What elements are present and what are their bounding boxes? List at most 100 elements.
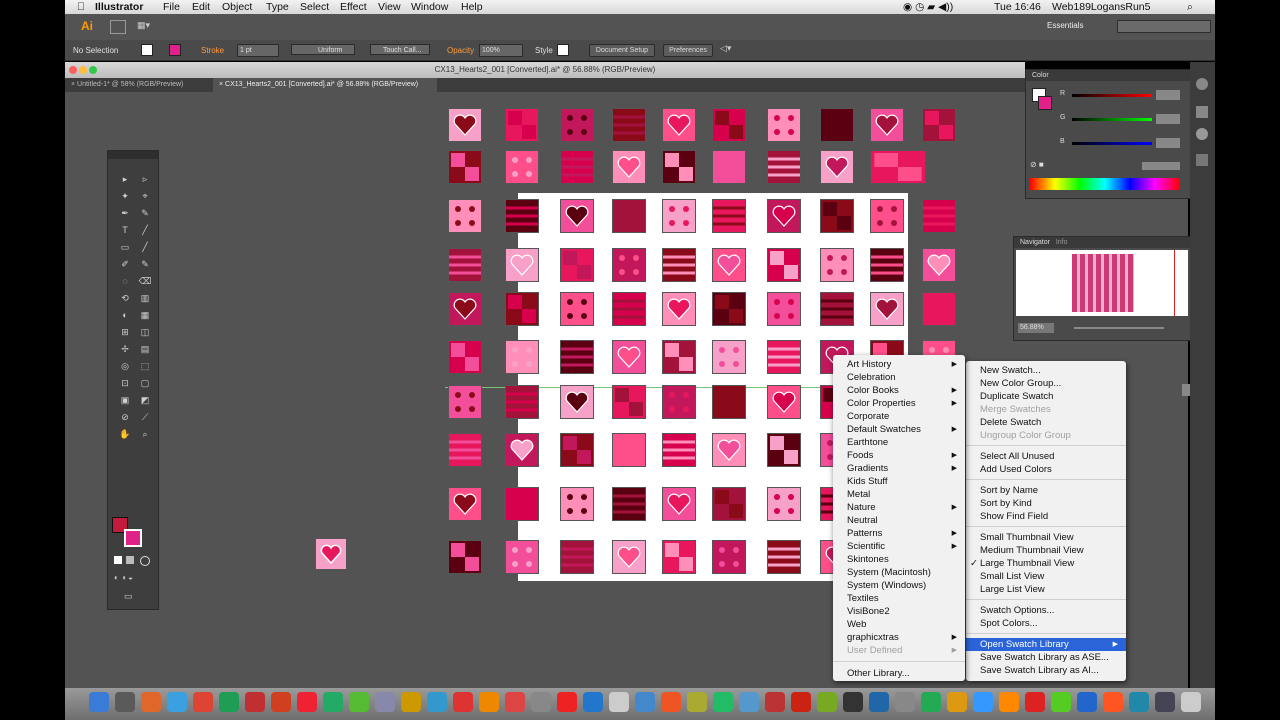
menu-effect[interactable]: Effect [340,1,367,13]
clock[interactable]: Tue 16:46 [994,1,1041,13]
pattern-swatch-43[interactable] [612,292,646,326]
library-item-neutral[interactable]: Neutral [833,514,965,527]
graphic-style-swatch[interactable] [557,44,569,56]
pattern-swatch-55[interactable] [712,340,746,374]
stroke-color-box[interactable] [124,529,142,547]
library-item-gradients[interactable]: Gradients ▶ [833,462,965,475]
pattern-swatch-65[interactable] [712,385,746,419]
pattern-swatch-49[interactable] [922,292,956,326]
tool-button-24[interactable]: ⬚ [138,360,152,372]
tool-button-22[interactable]: ▤ [138,343,152,355]
color-panel-header[interactable]: Color [1026,70,1191,81]
bridge-icon[interactable] [110,20,126,34]
dock-app-icon-23[interactable] [661,692,681,712]
swatch-menu-item-sort-by-kind[interactable]: Sort by Kind [966,497,1126,510]
pattern-swatch-80[interactable] [448,487,482,521]
fill-swatch[interactable] [141,44,153,56]
panel-menu-icon[interactable]: ◁▾ [720,43,731,54]
dock-app-icon-24[interactable] [687,692,707,712]
library-item-textiles[interactable]: Textiles [833,592,965,605]
library-item-user-defined[interactable]: User Defined ▶ [833,644,965,657]
swatch-menu-item-merge-swatches[interactable]: Merge Swatches [966,403,1126,416]
pattern-swatch-71[interactable] [505,433,539,467]
pattern-swatch-46[interactable] [767,292,801,326]
pattern-swatch-10[interactable] [922,108,956,142]
pattern-swatch-11[interactable] [448,150,482,184]
navigator-preview[interactable] [1016,250,1188,316]
tool-button-13[interactable]: ◌ [118,275,132,287]
opacity-field[interactable]: 100% [479,44,523,57]
pattern-swatch-61[interactable] [505,385,539,419]
tab-navigator[interactable]: Navigator [1020,239,1050,246]
pattern-swatch-12[interactable] [505,150,539,184]
pattern-swatch-15[interactable] [662,150,696,184]
pattern-swatch-3[interactable] [560,108,594,142]
swatch-menu-item-sort-by-name[interactable]: Sort by Name [966,484,1126,497]
library-item-system-macintosh[interactable]: System (Macintosh) [833,566,965,579]
pattern-swatch-40[interactable] [448,292,482,326]
zoom-slider[interactable] [1074,327,1164,329]
pattern-swatch-39[interactable] [922,248,956,282]
dock-app-icon-38[interactable] [1051,692,1071,712]
dock-app-icon-14[interactable] [427,692,447,712]
library-item-web[interactable]: Web [833,618,965,631]
pattern-swatch-66[interactable] [767,385,801,419]
dock-app-icon-20[interactable] [583,692,603,712]
tool-button-7[interactable]: T [118,224,132,236]
swatch-menu-item-duplicate-swatch[interactable]: Duplicate Swatch [966,390,1126,403]
tool-button-3[interactable]: ✦ [118,190,132,202]
pattern-swatch-22[interactable] [560,199,594,233]
pattern-swatch-26[interactable] [767,199,801,233]
tool-button-6[interactable]: ✎ [138,207,152,219]
tool-button-5[interactable]: ✒ [118,207,132,219]
dock-app-icon-11[interactable] [349,692,369,712]
stroke-panel-icon[interactable] [1196,154,1208,166]
dock-app-icon-29[interactable] [817,692,837,712]
pattern-swatch-83[interactable] [612,487,646,521]
dock-app-icon-10[interactable] [323,692,343,712]
pattern-swatch-30[interactable] [448,248,482,282]
pattern-swatch-62[interactable] [560,385,594,419]
tool-button-28[interactable]: ◩ [138,394,152,406]
pattern-swatch-64[interactable] [662,385,696,419]
navigator-view-box[interactable] [1174,250,1175,316]
pattern-swatch-28[interactable] [870,199,904,233]
tool-button-11[interactable]: ✐ [118,258,132,270]
pattern-swatch-92[interactable] [560,540,594,574]
pattern-swatch-74[interactable] [662,433,696,467]
pattern-swatch-56[interactable] [767,340,801,374]
pattern-swatch-33[interactable] [612,248,646,282]
library-item-other-library[interactable]: Other Library... [833,667,965,680]
user-name[interactable]: Web189LogansRun5 [1052,1,1150,13]
pattern-swatch-85[interactable] [712,487,746,521]
color-stroke-box[interactable] [1038,96,1052,110]
pattern-swatch-35[interactable] [712,248,746,282]
pattern-swatch-36[interactable] [767,248,801,282]
pattern-swatch-4[interactable] [612,108,646,142]
pattern-swatch-84[interactable] [662,487,696,521]
tool-button-10[interactable]: ╱ [138,241,152,253]
library-item-scientific[interactable]: Scientific ▶ [833,540,965,553]
library-item-system-windows[interactable]: System (Windows) [833,579,965,592]
pattern-swatch-37[interactable] [820,248,854,282]
dock-app-icon-2[interactable] [115,692,135,712]
dock-app-icon-9[interactable] [297,692,317,712]
brushes-panel-icon[interactable] [1196,106,1208,118]
pattern-swatch-31[interactable] [505,248,539,282]
pattern-swatch-82[interactable] [560,487,594,521]
tool-button-8[interactable]: ╱ [138,224,152,236]
dock-app-icon-36[interactable] [999,692,1019,712]
swatch-menu-item-large-thumbnail-view[interactable]: Large Thumbnail View ✓ [966,557,1126,570]
tool-button-26[interactable]: ▢ [138,377,152,389]
screen-mode-icon[interactable]: ▭ [124,591,140,601]
swatch-menu-item-swatch-options[interactable]: Swatch Options... [966,604,1126,617]
dock-app-icon-3[interactable] [141,692,161,712]
pattern-swatch-63[interactable] [612,385,646,419]
tool-button-19[interactable]: ⊞ [118,326,132,338]
dock-app-icon-39[interactable] [1077,692,1097,712]
swatch-menu-item-show-find-field[interactable]: Show Find Field [966,510,1126,523]
pattern-swatch-42[interactable] [560,292,594,326]
menu-file[interactable]: File [163,1,180,13]
pattern-swatch-50[interactable] [448,340,482,374]
r-slider[interactable] [1072,94,1152,97]
